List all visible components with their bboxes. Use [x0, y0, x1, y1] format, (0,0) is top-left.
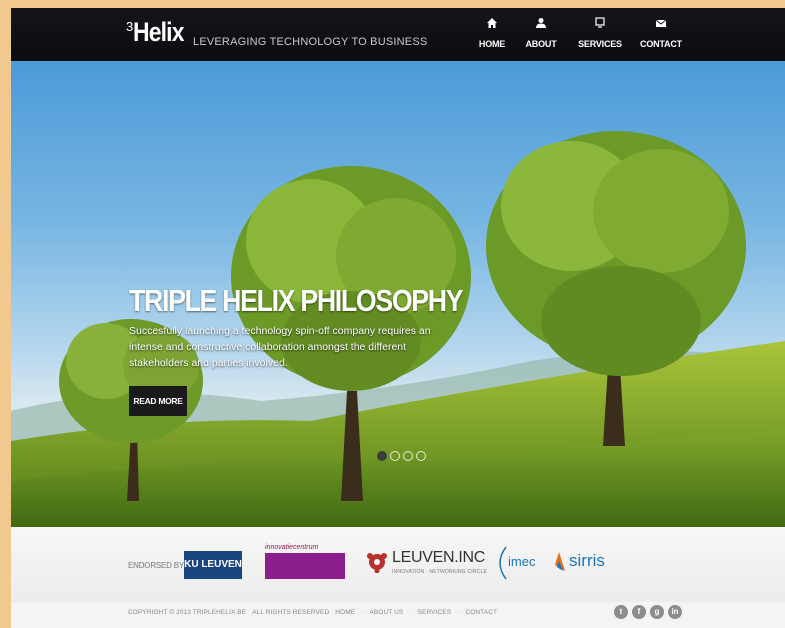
slider-dot-3[interactable] [403, 451, 413, 461]
header-bar: 3 Helix LEVERAGING TECHNOLOGY TO BUSINES… [11, 8, 785, 61]
footer-separator: · [409, 609, 412, 616]
leuven-inc-logo[interactable]: LEUVEN.INC INNOVATION · NETWORKING CIRCL… [366, 545, 487, 581]
user-icon [516, 16, 566, 34]
hero-description: Succesfully launching a technology spin-… [129, 325, 431, 369]
social-links: t f g in [614, 605, 682, 619]
nav-about-label: ABOUT [525, 39, 557, 49]
footer-rights: ALL RIGHTS RESERVED [252, 609, 330, 616]
leuven-inc-text: LEUVEN.INC [392, 549, 486, 566]
nav-contact-label: CONTACT [640, 39, 682, 49]
google-plus-icon[interactable]: g [650, 605, 664, 619]
home-icon [467, 16, 517, 34]
page-frame: 3 Helix LEVERAGING TECHNOLOGY TO BUSINES… [11, 8, 785, 628]
sirris-text: sirris [569, 551, 605, 570]
nav-home[interactable]: HOME [467, 16, 517, 49]
endorsed-by-label: ENDORSED BY [128, 561, 185, 570]
leuven-inc-subtitle: INNOVATION · NETWORKING CIRCLE [392, 569, 487, 575]
slider-dot-1[interactable] [377, 451, 387, 461]
imec-logo[interactable]: imec [494, 545, 544, 581]
slider-pagination [377, 451, 426, 461]
facebook-icon[interactable]: f [632, 605, 646, 619]
hero-slider: TRIPLE HELIX PHILOSOPHY Succesfully laun… [11, 61, 785, 527]
endorsers-bar: ENDORSED BY KU LEUVEN innovatiecentrum L… [11, 527, 785, 602]
footer-separator: · [361, 609, 364, 616]
footer-copyright: COPYRIGHT © 2013 TRIPLEHELIX.BE [128, 609, 247, 616]
nav-services-label: SERVICES [578, 39, 622, 49]
read-more-button[interactable]: READ MORE [129, 386, 187, 416]
footer-link-contact[interactable]: CONTACT [465, 609, 497, 616]
site-logo[interactable]: 3 Helix [126, 17, 193, 48]
footer-link-services[interactable]: SERVICES [418, 609, 452, 616]
services-icon [575, 16, 625, 34]
footer-separator: · [457, 609, 460, 616]
nav-contact[interactable]: CONTACT [636, 16, 686, 49]
leuven-inc-icon [366, 551, 388, 578]
nav-home-label: HOME [478, 39, 506, 49]
linkedin-icon[interactable]: in [668, 605, 682, 619]
twitter-icon[interactable]: t [614, 605, 628, 619]
innovatiecentrum-box [265, 553, 345, 579]
footer-bar: COPYRIGHT © 2013 TRIPLEHELIX.BE ALL RIGH… [11, 602, 785, 628]
footer-link-home[interactable]: HOME [335, 609, 355, 616]
nav-about[interactable]: ABOUT [516, 16, 566, 49]
sirris-flame-icon [551, 551, 567, 578]
site-tagline: LEVERAGING TECHNOLOGY TO BUSINESS [193, 36, 428, 48]
hero-title: TRIPLE HELIX PHILOSOPHY [129, 283, 464, 318]
envelope-icon [636, 16, 686, 34]
nav-services[interactable]: SERVICES [575, 16, 625, 49]
innovatiecentrum-logo[interactable]: innovatiecentrum [265, 544, 345, 579]
logo-text: Helix [133, 17, 184, 47]
slider-dot-4[interactable] [416, 451, 426, 461]
slider-dot-2[interactable] [390, 451, 400, 461]
footer-link-about[interactable]: ABOUT US [369, 609, 403, 616]
ku-leuven-logo[interactable]: KU LEUVEN [184, 551, 242, 579]
innovatiecentrum-text: innovatiecentrum [265, 544, 319, 551]
imec-text: imec [508, 554, 536, 569]
footer-links: COPYRIGHT © 2013 TRIPLEHELIX.BE ALL RIGH… [128, 609, 497, 616]
sirris-logo[interactable]: sirris [551, 549, 621, 579]
